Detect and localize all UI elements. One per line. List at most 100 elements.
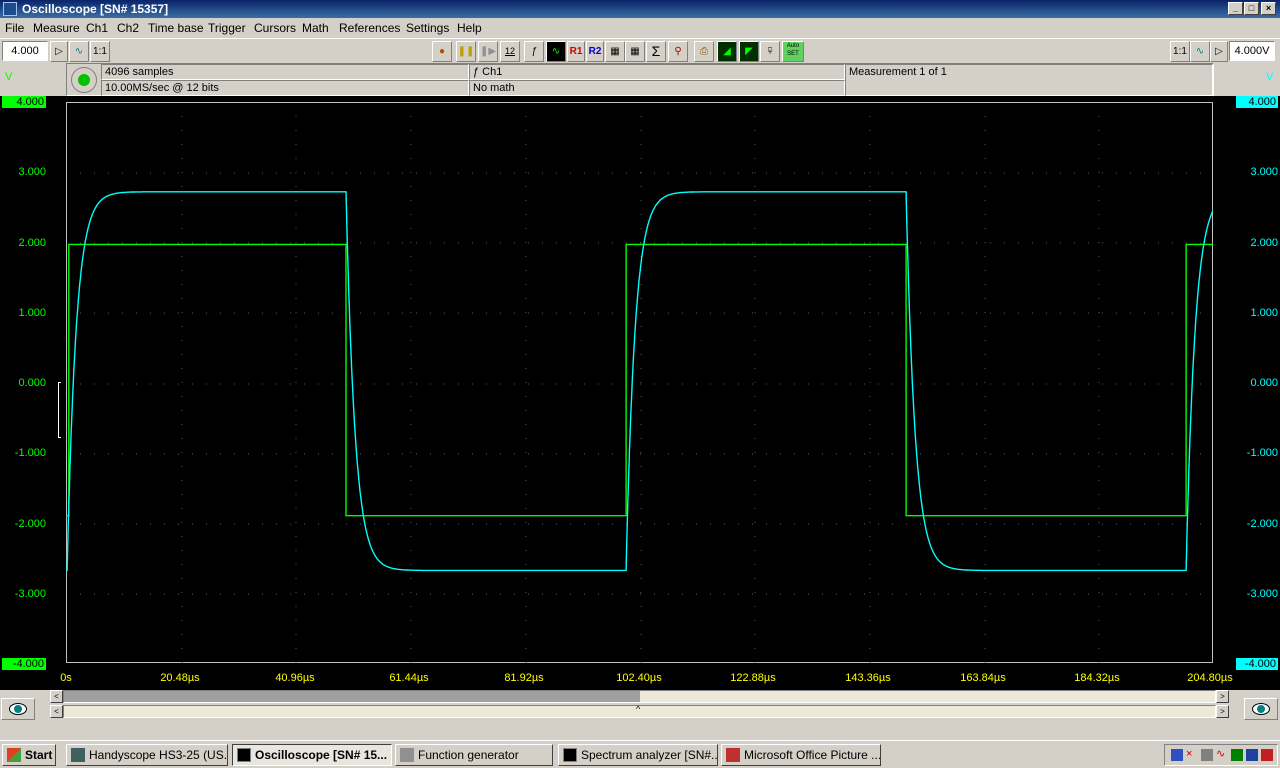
menu-ch2[interactable]: Ch2 (117, 21, 139, 35)
ch1-range-field[interactable]: 4.000 (2, 41, 48, 61)
grid-dot (990, 593, 991, 595)
grid-dot (984, 606, 986, 607)
sigma-icon[interactable]: Σ (646, 41, 666, 62)
stand-alone-icon[interactable]: ⍫ (760, 41, 780, 62)
grid-dot (1130, 242, 1131, 244)
record-icon[interactable]: ● (432, 41, 452, 62)
copy-to-ref-icon[interactable]: ▦ (605, 41, 625, 62)
zoom-right-button[interactable]: > (1216, 705, 1229, 718)
ch2-range-field[interactable]: 4.000V (1229, 41, 1275, 61)
grid-dot (640, 144, 642, 145)
grid-dot (724, 172, 725, 174)
grid-dot (514, 383, 515, 385)
title-bar[interactable]: Oscilloscope [SN# 15357] _ □ × (0, 0, 1280, 18)
print-icon[interactable]: ⎙ (694, 41, 714, 62)
grid-dot (584, 172, 585, 174)
grid-dot (640, 466, 642, 467)
tray-network-icon[interactable]: × (1186, 749, 1198, 761)
bit-resolution-button[interactable]: 12 (500, 41, 520, 62)
scroll-right-button[interactable]: > (1216, 690, 1229, 703)
waveform-plot[interactable] (66, 102, 1213, 663)
run-indicator-icon[interactable] (71, 67, 97, 93)
ch2-ratio-button[interactable]: 1:1 (1170, 41, 1190, 62)
y-tick-right: 1.000 (1250, 307, 1278, 319)
grid-dot (410, 326, 412, 327)
tray-shield-icon[interactable] (1261, 749, 1273, 761)
grid-dot (1098, 214, 1100, 215)
task-handyscope[interactable]: Handyscope HS3-25 (US... (66, 744, 228, 766)
eye-right-icon[interactable] (1244, 698, 1278, 720)
ch1-ratio-button[interactable]: 1:1 (90, 41, 110, 62)
menu-trigger[interactable]: Trigger (208, 21, 246, 35)
grid-dot (1098, 130, 1100, 131)
zoom-caret-icon: ^ (636, 704, 641, 714)
start-button[interactable]: Start (2, 744, 56, 766)
xy-mode-icon[interactable]: ∿ (546, 41, 566, 62)
time-scrollbar[interactable] (63, 690, 1216, 703)
tray-usb-icon[interactable] (1201, 749, 1213, 761)
close-button[interactable]: × (1261, 2, 1276, 15)
tray-security-icon[interactable] (1246, 749, 1258, 761)
persistence-icon[interactable]: ◢ (717, 41, 737, 62)
trigger-level-marker[interactable] (58, 382, 61, 438)
scroll-left-button[interactable]: < (50, 690, 63, 703)
autoset-button[interactable]: Auto SET (782, 41, 804, 62)
grid-dot (869, 130, 871, 131)
grid-dot (374, 172, 375, 174)
ref-menu-icon[interactable]: ▦ (625, 41, 645, 62)
channel-selector[interactable]: ƒ Ch1 (469, 64, 845, 80)
menu-references[interactable]: References (339, 21, 400, 35)
task-oscilloscope[interactable]: Oscilloscope [SN# 15... (232, 744, 392, 766)
grid-dot (444, 312, 445, 314)
zoom-scrollbar[interactable]: ^ (63, 704, 1216, 718)
single-shot-icon[interactable]: ❚▶ (478, 41, 498, 62)
grid-dot (738, 523, 739, 525)
time-scrollbar-thumb[interactable] (64, 691, 640, 702)
function-icon[interactable]: ƒ (524, 41, 544, 62)
grid-dot (136, 242, 137, 244)
grid-dot (640, 578, 642, 579)
ch1-probe-icon[interactable]: ▷ (50, 41, 68, 62)
menu-file[interactable]: File (5, 21, 24, 35)
grid-dot (164, 172, 165, 174)
tray-status-icon[interactable] (1231, 749, 1243, 761)
eye-left-icon[interactable] (1, 698, 35, 720)
menu-measure[interactable]: Measure (33, 21, 80, 35)
grid-dot (181, 130, 183, 131)
ch2-probe-icon[interactable]: ▷ (1210, 41, 1228, 62)
grid-dot (410, 228, 412, 229)
grid-dot (374, 383, 375, 385)
task-picture-manager[interactable]: Microsoft Office Picture ... (721, 744, 881, 766)
pause-icon[interactable]: ❚❚ (456, 41, 476, 62)
grid-dot (984, 116, 986, 117)
grid-dot (388, 172, 389, 174)
display-mode-icon[interactable]: ◤ (739, 41, 759, 62)
ch2-coupling-icon[interactable]: ∿ (1190, 41, 1210, 62)
grid-dot (525, 438, 527, 439)
grid-dot (780, 242, 781, 244)
menu-cursors[interactable]: Cursors (254, 21, 296, 35)
ref1-button[interactable]: R1 (567, 41, 585, 62)
menu-settings[interactable]: Settings (406, 21, 449, 35)
task-function-generator[interactable]: Function generator (395, 744, 553, 766)
zoom-left-button[interactable]: < (50, 705, 63, 718)
grid-dot (1098, 494, 1100, 495)
grid-dot (710, 242, 711, 244)
minimize-button[interactable]: _ (1228, 2, 1243, 15)
tray-device-icon[interactable] (1171, 749, 1183, 761)
menu-math[interactable]: Math (302, 21, 329, 35)
task-spectrum-analyzer[interactable]: Spectrum analyzer [SN#... (558, 744, 718, 766)
grid-dot (525, 228, 527, 229)
menu-time-base[interactable]: Time base (148, 21, 204, 35)
tray-pulse-icon[interactable]: ∿ (1216, 749, 1228, 761)
ref2-button[interactable]: R2 (586, 41, 604, 62)
grid-dot (612, 172, 613, 174)
ch1-coupling-icon[interactable]: ∿ (69, 41, 89, 62)
grid-dot (984, 368, 986, 369)
menu-ch1[interactable]: Ch1 (86, 21, 108, 35)
grid-dot (542, 242, 543, 244)
grid-dot (181, 368, 183, 369)
zoom-icon[interactable]: ⚲ (668, 41, 688, 62)
menu-help[interactable]: Help (457, 21, 482, 35)
restore-button[interactable]: □ (1244, 2, 1259, 15)
